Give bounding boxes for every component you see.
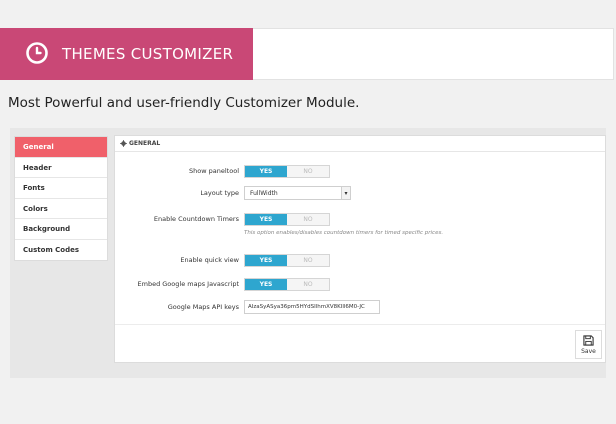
countdown-toggle[interactable]: YES NO: [244, 212, 330, 226]
toggle-yes[interactable]: YES: [245, 165, 287, 177]
quick-view-label: Enable quick view: [180, 256, 239, 264]
countdown-label: Enable Countdown Timers: [153, 215, 239, 223]
show-paneltool-label: Show paneltool: [189, 167, 239, 175]
sidebar-item-header[interactable]: Header: [15, 158, 107, 178]
toggle-no[interactable]: NO: [287, 214, 329, 225]
sidebar-item-colors[interactable]: Colors: [15, 199, 107, 219]
chevron-down-icon: ▾: [341, 187, 350, 199]
section-title: GENERAL: [129, 140, 161, 147]
floppy-disk-icon: [583, 334, 594, 346]
layout-type-value: FullWidth: [250, 189, 278, 197]
section-header: GENERAL: [115, 136, 605, 152]
row-quick-view: Enable quick view YES NO: [115, 253, 605, 267]
layout-type-label: Layout type: [200, 189, 239, 197]
general-settings: GENERAL Show paneltool YES NO Layout typ…: [114, 135, 606, 363]
toggle-yes[interactable]: YES: [245, 254, 287, 266]
settings-sidebar: General Header Fonts Colors Background C…: [14, 136, 108, 261]
google-maps-js-toggle[interactable]: YES NO: [244, 277, 330, 291]
banner-title: THEMES CUSTOMIZER: [62, 45, 234, 63]
row-layout-type: Layout type FullWidth ▾: [115, 186, 605, 200]
row-google-maps-js: Embed Google maps Javascript YES NO: [115, 277, 605, 291]
maps-api-key-label: Google Maps API keys: [167, 303, 239, 311]
customizer-panel: General Header Fonts Colors Background C…: [10, 128, 606, 378]
countdown-help-text: This option enables/disables countdown t…: [244, 230, 444, 236]
row-show-paneltool: Show paneltool YES NO: [115, 164, 605, 178]
save-button[interactable]: Save: [575, 330, 602, 359]
save-label: Save: [581, 347, 596, 355]
row-countdown-timers: Enable Countdown Timers YES NO: [115, 212, 605, 226]
tagline: Most Powerful and user-friendly Customiz…: [8, 95, 360, 111]
layout-type-select[interactable]: FullWidth ▾: [244, 186, 351, 200]
sidebar-item-fonts[interactable]: Fonts: [15, 178, 107, 199]
panel-footer-divider: [115, 324, 605, 325]
gear-icon: [120, 140, 127, 147]
sidebar-item-custom-codes[interactable]: Custom Codes: [15, 240, 107, 261]
sidebar-item-background[interactable]: Background: [15, 219, 107, 240]
show-paneltool-toggle[interactable]: YES NO: [244, 164, 330, 178]
row-maps-api-key: Google Maps API keys AIzaSyASya36pm5HYdS…: [115, 300, 605, 314]
clock-icon: [26, 42, 48, 64]
toggle-no[interactable]: NO: [287, 279, 329, 290]
toggle-no[interactable]: NO: [287, 166, 329, 177]
header-banner: THEMES CUSTOMIZER: [0, 28, 253, 80]
sidebar-item-general[interactable]: General: [15, 137, 107, 158]
google-maps-js-label: Embed Google maps Javascript: [137, 280, 239, 288]
toggle-yes[interactable]: YES: [245, 278, 287, 290]
maps-api-key-input[interactable]: AIzaSyASya36pm5HYdSIlhmXV8KIll6M0-JC: [244, 300, 380, 314]
banner-strip: [253, 28, 614, 80]
quick-view-toggle[interactable]: YES NO: [244, 253, 330, 267]
toggle-no[interactable]: NO: [287, 255, 329, 266]
toggle-yes[interactable]: YES: [245, 213, 287, 225]
